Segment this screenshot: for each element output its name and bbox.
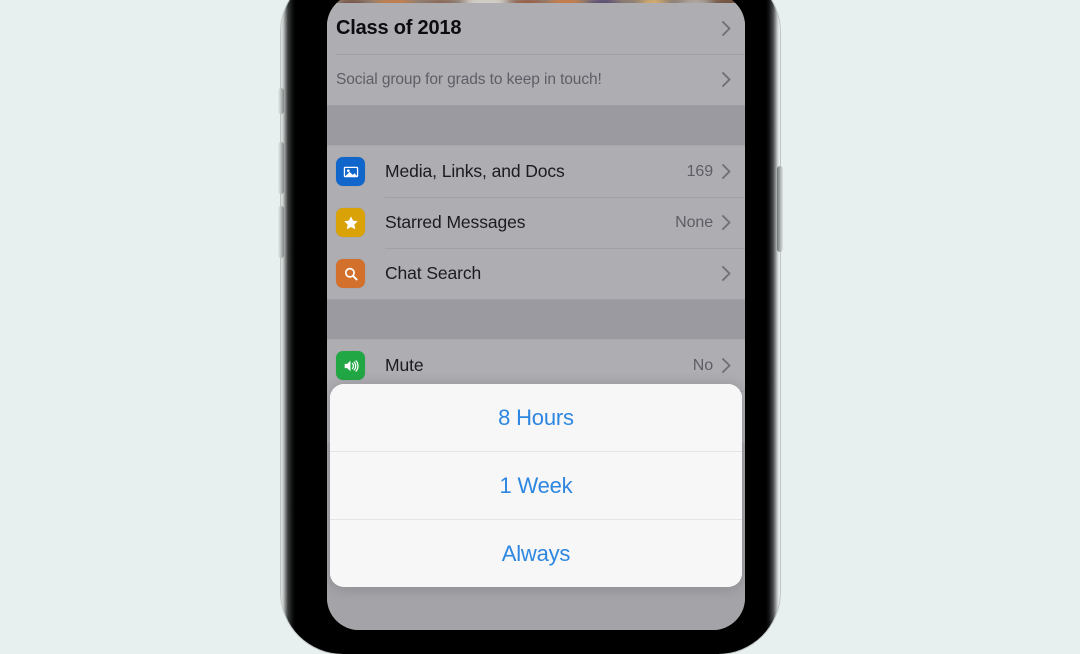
power-button[interactable] (777, 166, 783, 252)
group-description-row[interactable]: Social group for grads to keep in touch! (327, 54, 745, 105)
row-value: 169 (686, 162, 714, 180)
section-gap (327, 105, 745, 146)
group-name-label: Class of 2018 (336, 17, 462, 39)
group-name-row[interactable]: Class of 2018 (327, 3, 745, 54)
chevron-right-icon (722, 164, 731, 179)
row-value: None (675, 213, 713, 231)
chevron-right-icon (722, 215, 731, 230)
group-description-label: Social group for grads to keep in touch! (336, 70, 602, 88)
silent-switch[interactable] (278, 88, 284, 114)
phone-device: Class of 2018 Social group for grads to … (278, 0, 783, 654)
group-info-list: Class of 2018 Social group for grads to … (327, 3, 745, 443)
magnifier-icon (336, 259, 365, 288)
phone-screen: Class of 2018 Social group for grads to … (327, 0, 745, 630)
volume-up-button[interactable] (278, 142, 284, 194)
action-sheet-option-1-week[interactable]: 1 Week (330, 451, 742, 519)
row-label: Chat Search (385, 263, 482, 283)
volume-down-button[interactable] (278, 206, 284, 258)
row-chat-search[interactable]: Chat Search (327, 248, 745, 299)
action-sheet-option-8-hours[interactable]: 8 Hours (330, 384, 742, 451)
row-value: No (692, 356, 713, 374)
row-media-links-docs[interactable]: Media, Links, and Docs 169 (327, 146, 745, 197)
speaker-mute-icon (336, 351, 365, 380)
group-identity-section: Class of 2018 Social group for grads to … (327, 3, 745, 105)
screenshot-stage: Class of 2018 Social group for grads to … (0, 0, 1080, 654)
row-label: Starred Messages (385, 212, 526, 232)
row-label: Mute (385, 355, 424, 375)
chevron-right-icon (722, 266, 731, 281)
chevron-right-icon (722, 72, 731, 87)
row-label: Media, Links, and Docs (385, 161, 565, 181)
star-icon (336, 208, 365, 237)
media-section: Media, Links, and Docs 169 Starred Messa… (327, 146, 745, 299)
section-gap (327, 299, 745, 340)
chevron-right-icon (722, 21, 731, 36)
chevron-right-icon (722, 358, 731, 373)
mute-duration-action-sheet: 8 Hours 1 Week Always (330, 384, 742, 587)
action-sheet-option-always[interactable]: Always (330, 519, 742, 587)
row-starred-messages[interactable]: Starred Messages None (327, 197, 745, 248)
media-photo-icon (336, 157, 365, 186)
